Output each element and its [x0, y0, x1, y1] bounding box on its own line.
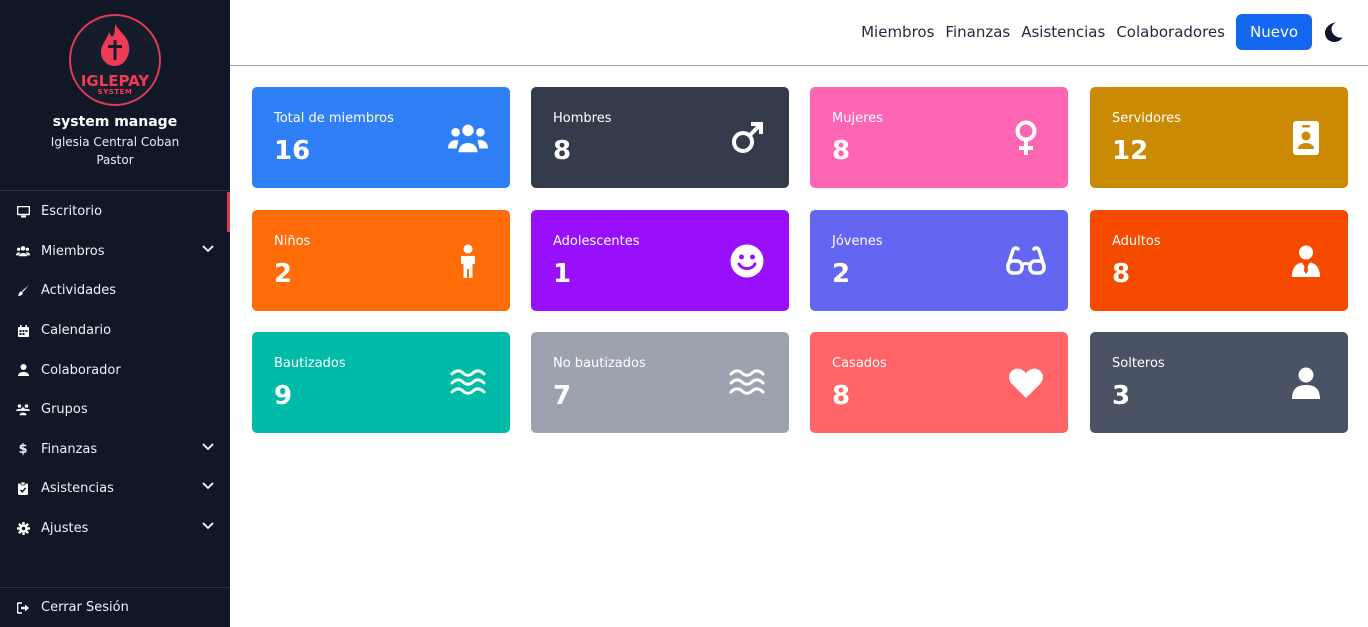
stat-value: 16	[274, 136, 311, 166]
stat-card-no-bautizados[interactable]: No bautizados 7	[531, 332, 789, 433]
sidebar-item-label: Escritorio	[41, 204, 103, 220]
venus-icon	[1006, 120, 1046, 155]
stat-label: Niños	[274, 234, 311, 249]
stat-card-adultos[interactable]: Adultos 8	[1090, 210, 1348, 311]
sidebar-item-grupos[interactable]: Grupos	[0, 390, 230, 430]
stat-card-mujeres[interactable]: Mujeres 8	[810, 87, 1068, 188]
nav-link-miembros[interactable]: Miembros	[861, 23, 934, 41]
sidebar-item-finanzas[interactable]: $ Finanzas	[0, 430, 230, 470]
chevron-down-icon	[202, 442, 214, 450]
stat-label: Mujeres	[832, 111, 883, 126]
stat-card-servidores[interactable]: Servidores 12	[1090, 87, 1348, 188]
logo-subtext: SYSTEM	[97, 88, 133, 96]
stat-label: Adultos	[1112, 234, 1161, 249]
stat-label: Total de miembros	[274, 111, 394, 126]
user-tie-icon	[1286, 244, 1326, 278]
desktop-icon	[16, 205, 30, 219]
child-icon	[448, 244, 488, 278]
sidebar-item-asistencias[interactable]: Asistencias	[0, 469, 230, 509]
stat-value: 8	[832, 136, 851, 166]
logout-label: Cerrar Sesión	[41, 600, 129, 615]
user-name: system manage	[52, 114, 178, 130]
water-icon	[727, 366, 767, 400]
stat-card-jovenes[interactable]: Jóvenes 2	[810, 210, 1068, 311]
group-icon	[16, 403, 30, 417]
sidebar-item-label: Asistencias	[41, 481, 114, 497]
sidebar-menu: Escritorio Miembros Actividades Calendar…	[0, 192, 230, 548]
user-icon	[16, 363, 30, 377]
users-icon	[16, 244, 30, 258]
new-button[interactable]: Nuevo	[1235, 14, 1312, 50]
sidebar-item-ajustes[interactable]: Ajustes	[0, 509, 230, 549]
top-nav: Miembros Finanzas Asistencias Colaborado…	[861, 14, 1368, 50]
stat-value: 9	[274, 381, 293, 411]
stat-label: Hombres	[553, 111, 612, 126]
heart-icon	[1006, 366, 1046, 400]
stat-value: 2	[274, 259, 293, 289]
stat-label: Casados	[832, 356, 887, 371]
stat-label: Bautizados	[274, 356, 346, 371]
sidebar-item-calendario[interactable]: Calendario	[0, 311, 230, 351]
stat-value: 12	[1112, 136, 1149, 166]
glasses-icon	[1006, 244, 1046, 278]
water-icon	[448, 366, 488, 400]
sidebar-item-miembros[interactable]: Miembros	[0, 232, 230, 272]
stat-card-bautizados[interactable]: Bautizados 9	[252, 332, 510, 433]
stat-value: 8	[1112, 259, 1131, 289]
stat-label: Solteros	[1112, 356, 1165, 371]
moon-icon[interactable]	[1322, 21, 1344, 43]
stat-value: 1	[553, 259, 572, 289]
stat-value: 8	[832, 381, 851, 411]
id-badge-icon	[1286, 121, 1326, 155]
smile-icon	[727, 244, 767, 278]
topbar: Miembros Finanzas Asistencias Colaborado…	[230, 0, 1368, 66]
stat-label: Jóvenes	[832, 234, 883, 249]
sidebar-item-label: Actividades	[41, 283, 117, 299]
logout-button[interactable]: Cerrar Sesión	[0, 587, 230, 627]
sidebar-item-label: Miembros	[41, 243, 105, 259]
sidebar-item-escritorio[interactable]: Escritorio	[0, 192, 230, 232]
clipboard-icon	[16, 482, 30, 496]
nav-link-asistencias[interactable]: Asistencias	[1021, 23, 1105, 41]
stat-label: Adolescentes	[553, 234, 640, 249]
nav-link-colaboradores[interactable]: Colaboradores	[1116, 23, 1225, 41]
sidebar-item-label: Grupos	[41, 402, 88, 418]
sidebar-item-colaborador[interactable]: Colaborador	[0, 350, 230, 390]
stat-card-solteros[interactable]: Solteros 3	[1090, 332, 1348, 433]
sidebar-item-label: Ajustes	[41, 521, 89, 537]
stat-label: Servidores	[1112, 111, 1181, 126]
stat-value: 3	[1112, 381, 1131, 411]
brush-icon	[16, 284, 30, 298]
chevron-down-icon	[202, 244, 214, 252]
stat-value: 8	[553, 136, 572, 166]
stat-card-adolescentes[interactable]: Adolescentes 1	[531, 210, 789, 311]
user-church: Iglesia Central Coban	[50, 135, 180, 149]
stat-card-hombres[interactable]: Hombres 8	[531, 87, 789, 188]
sign-out-icon	[16, 601, 30, 615]
users-icon	[448, 121, 488, 155]
user-icon	[1286, 366, 1326, 400]
mars-icon	[727, 121, 767, 155]
sidebar-item-label: Colaborador	[41, 362, 121, 378]
gear-icon	[16, 522, 30, 536]
nav-link-finanzas[interactable]: Finanzas	[945, 23, 1010, 41]
sidebar-brand: IGLEPAY SYSTEM system manage Iglesia Cen…	[0, 0, 230, 191]
sidebar-item-actividades[interactable]: Actividades	[0, 271, 230, 311]
user-role: Pastor	[96, 153, 134, 167]
dollar-icon: $	[18, 441, 28, 457]
sidebar-item-label: Calendario	[41, 323, 112, 339]
flame-cross-icon	[101, 24, 130, 66]
stat-value: 7	[553, 381, 572, 411]
calendar-icon	[16, 324, 30, 338]
sidebar-item-label: Finanzas	[41, 441, 98, 457]
stat-card-total-miembros[interactable]: Total de miembros 16	[252, 87, 510, 188]
chevron-down-icon	[202, 482, 214, 490]
iglepay-logo: IGLEPAY SYSTEM	[69, 14, 161, 106]
chevron-down-icon	[202, 522, 214, 530]
stat-label: No bautizados	[553, 356, 646, 371]
sidebar: IGLEPAY SYSTEM system manage Iglesia Cen…	[0, 0, 230, 627]
stat-card-ninos[interactable]: Niños 2	[252, 210, 510, 311]
stat-card-casados[interactable]: Casados 8	[810, 332, 1068, 433]
stat-value: 2	[832, 259, 851, 289]
